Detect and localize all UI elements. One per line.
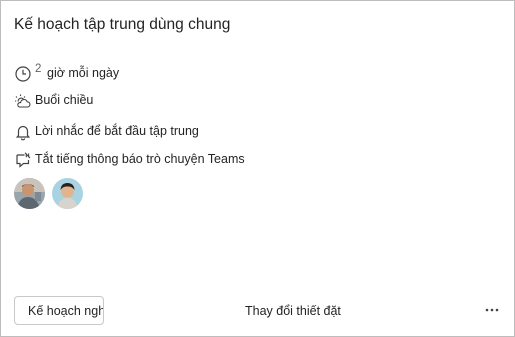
mute-chat-label: Tắt tiếng thông báo trò chuyện Teams [35,152,245,166]
hours-label: giờ mỗi ngày [47,66,120,80]
hours-per-day-row: 2 giờ mỗi ngày [14,63,214,85]
reminder-row: Lời nhắc để bắt đầu tập trung [14,123,274,143]
card-title: Kế hoạch tập trung dùng chung [14,16,231,33]
time-of-day-row: Buổi chiều [14,92,214,112]
plan-break-button[interactable]: Kế hoạch nghỉ [14,296,104,325]
clock-icon [14,65,32,83]
mute-chat-row: Tắt tiếng thông báo trò chuyện Teams [14,151,314,171]
avatar-person-2[interactable] [52,178,83,209]
avatar-person-1[interactable] [14,178,45,209]
weather-partly-cloudy-icon [14,92,32,110]
focus-plan-card: Kế hoạch tập trung dùng chung 2 giờ mỗi … [0,0,515,337]
more-horizontal-icon[interactable] [481,301,503,319]
reminder-label: Lời nhắc để bắt đầu tập trung [35,124,199,138]
chat-mute-icon [14,151,32,169]
time-of-day-label: Buổi chiều [35,93,94,107]
bell-icon [14,123,32,141]
hours-value: 2 [35,63,42,75]
change-settings-link[interactable]: Thay đổi thiết đặt [245,304,341,318]
